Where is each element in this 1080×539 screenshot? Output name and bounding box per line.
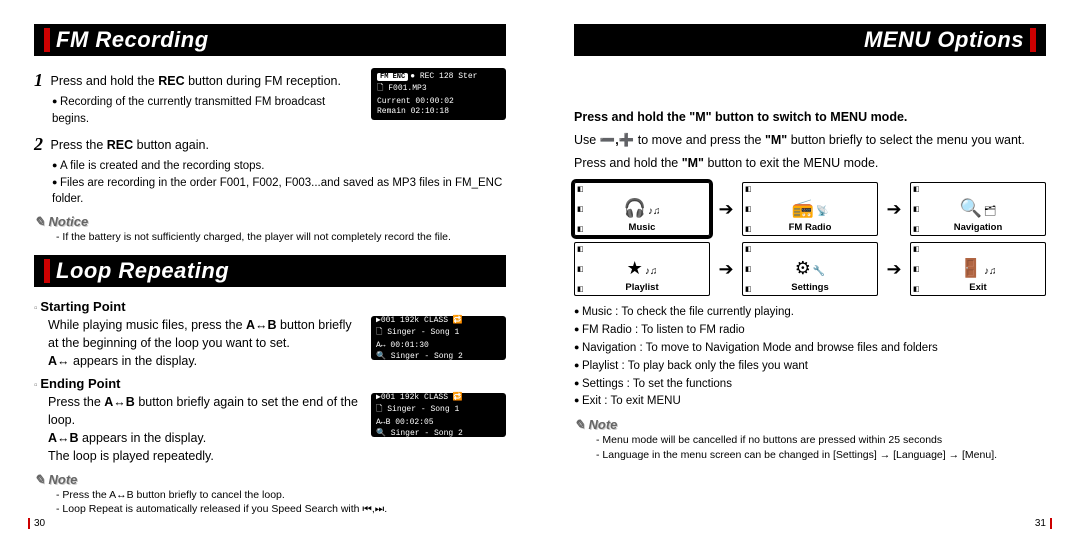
star-icon: ★ xyxy=(627,258,643,278)
lcd-status: ● REC 128 Ster xyxy=(410,72,477,81)
gear-icon: ⚙ xyxy=(795,258,811,278)
intro-line-3: Press and hold the "M" button to exit th… xyxy=(574,154,1046,173)
lcd-file: 🗋 F001.MP3 xyxy=(377,82,500,96)
lcd-remain: Remain 02:10:18 xyxy=(377,107,500,116)
desc-exit: Exit : To exit MENU xyxy=(574,393,1046,411)
lcd-line: 🗋 Singer - Song 1 xyxy=(376,403,501,417)
notice-text: If the battery is not sufficiently charg… xyxy=(56,230,506,245)
title-accent xyxy=(44,259,50,283)
lcd-tag: FM ENC xyxy=(377,73,408,81)
lcd-screenshot-fm-rec: FM ENC● REC 128 Ster 🗋 F001.MP3 Current … xyxy=(371,68,506,120)
note-heading: Note xyxy=(574,417,1046,433)
desc-music: Music : To check the file currently play… xyxy=(574,304,1046,322)
title-accent xyxy=(44,28,50,52)
desc-settings: Settings : To set the functions xyxy=(574,376,1046,394)
step-2: 2 Press the REC button again. xyxy=(34,132,506,156)
menu-item-navigation: ◧◧◧ 🔍🗂 Navigation xyxy=(910,182,1046,236)
door-icon: 🚪 xyxy=(960,258,982,278)
menu-label: Navigation xyxy=(954,222,1003,233)
title-text: FM Recording xyxy=(56,27,209,53)
title-text: Loop Repeating xyxy=(56,258,229,284)
note-1: Menu mode will be cancelled if no button… xyxy=(596,433,1046,448)
lcd-line: 🔍 Singer - Song 2 xyxy=(376,351,501,361)
section-title-menu-options: MENU Options xyxy=(574,24,1046,56)
menu-label: FM Radio xyxy=(789,222,832,233)
lcd-current: Current 00:00:02 xyxy=(377,97,500,106)
step-number: 1 xyxy=(34,70,43,90)
radio-icon: 📻 xyxy=(792,198,814,218)
lcd-screenshot-loop-a: ▶001 192k CLASS 🔁 🗋 Singer - Song 1 A↔ 0… xyxy=(371,316,506,360)
ending-point-repeat: The loop is played repeatedly. xyxy=(48,447,506,465)
arrow-icon: ➔ xyxy=(882,199,906,220)
menu-grid: ◧◧◧ 🎧♪♫ Music ➔ ◧◧◧ 📻📡 FM Radio ➔ ◧◧◧ 🔍🗂… xyxy=(574,182,1046,296)
lcd-screenshot-loop-b: ▶001 192k CLASS 🔁 🗋 Singer - Song 1 A↔B … xyxy=(371,393,506,437)
section-title-fm-recording: FM Recording xyxy=(34,24,506,56)
step-2-detail-1: A file is created and the recording stop… xyxy=(52,158,506,175)
section-title-loop-repeating: Loop Repeating xyxy=(34,255,506,287)
menu-item-fm-radio: ◧◧◧ 📻📡 FM Radio xyxy=(742,182,878,236)
step-number: 2 xyxy=(34,134,43,154)
arrow-icon: ➔ xyxy=(714,259,738,280)
menu-label: Music xyxy=(629,222,656,233)
page-right: MENU Options Press and hold the "M" butt… xyxy=(540,0,1080,539)
menu-item-playlist: ◧◧◧ ★♪♫ Playlist xyxy=(574,242,710,296)
subhead-starting-point: Starting Point xyxy=(34,299,506,314)
menu-label: Exit xyxy=(969,282,986,293)
step-2-detail-2: Files are recording in the order F001, F… xyxy=(52,175,506,208)
headphones-icon: 🎧 xyxy=(624,198,646,218)
menu-descriptions: Music : To check the file currently play… xyxy=(574,304,1046,411)
title-accent xyxy=(1030,28,1036,52)
lcd-time: A↔B 00:02:05 xyxy=(376,418,501,427)
page-number-right: 31 xyxy=(1035,518,1052,529)
menu-item-music: ◧◧◧ 🎧♪♫ Music xyxy=(574,182,710,236)
menu-label: Playlist xyxy=(625,282,658,293)
desc-fmradio: FM Radio : To listen to FM radio xyxy=(574,322,1046,340)
page-number-left: 30 xyxy=(28,518,45,529)
page-left: FM Recording FM ENC● REC 128 Ster 🗋 F001… xyxy=(0,0,540,539)
lcd-tags: ▶001 192k CLASS 🔁 xyxy=(376,392,501,402)
menu-item-settings: ◧◧◧ ⚙🔧 Settings xyxy=(742,242,878,296)
desc-navigation: Navigation : To move to Navigation Mode … xyxy=(574,340,1046,358)
magnifier-icon: 🔍 xyxy=(959,198,981,218)
note-2: Loop Repeat is automatically released if… xyxy=(56,502,506,517)
menu-item-exit: ◧◧◧ 🚪♪♫ Exit xyxy=(910,242,1046,296)
note-heading: Note xyxy=(34,472,506,488)
desc-playlist: Playlist : To play back only the files y… xyxy=(574,358,1046,376)
intro-line-2: Use ➖,➕ to move and press the "M" button… xyxy=(574,131,1046,150)
lcd-line: 🔍 Singer - Song 2 xyxy=(376,428,501,438)
manual-spread: FM Recording FM ENC● REC 128 Ster 🗋 F001… xyxy=(0,0,1080,539)
subhead-ending-point: Ending Point xyxy=(34,376,506,391)
menu-label: Settings xyxy=(791,282,828,293)
lcd-line: 🗋 Singer - Song 1 xyxy=(376,326,501,340)
title-text: MENU Options xyxy=(864,27,1024,53)
lcd-tags: ▶001 192k CLASS 🔁 xyxy=(376,315,501,325)
note-2: Language in the menu screen can be chang… xyxy=(596,448,1046,463)
lcd-time: A↔ 00:01:30 xyxy=(376,341,501,350)
arrow-icon: ➔ xyxy=(882,259,906,280)
intro-line-1: Press and hold the "M" button to switch … xyxy=(574,108,1046,127)
note-1: Press the A↔B button briefly to cancel t… xyxy=(56,488,506,503)
notice-heading: Notice xyxy=(34,214,506,230)
arrow-icon: ➔ xyxy=(714,199,738,220)
